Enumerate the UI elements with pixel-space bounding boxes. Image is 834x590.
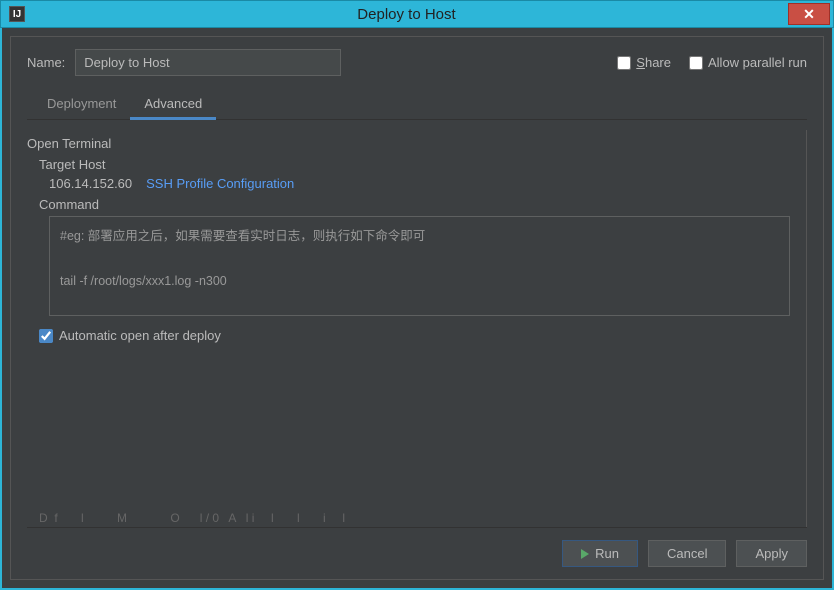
faint-footer-text: D f l M O l / 0 A l i l l i l xyxy=(39,511,345,525)
run-button[interactable]: Run xyxy=(562,540,638,567)
window-body: Name: Share Allow parallel run Deploymen… xyxy=(0,28,834,590)
command-label: Command xyxy=(39,197,802,212)
tabs: Deployment Advanced xyxy=(27,90,807,120)
parallel-label: Allow parallel run xyxy=(708,55,807,70)
share-checkbox[interactable]: Share xyxy=(617,55,671,70)
ssh-profile-link[interactable]: SSH Profile Configuration xyxy=(146,176,294,191)
window-title: Deploy to Host xyxy=(25,6,788,23)
dialog: Name: Share Allow parallel run Deploymen… xyxy=(10,36,824,580)
open-terminal-heading: Open Terminal xyxy=(27,136,802,151)
play-icon xyxy=(581,549,589,559)
footer-buttons: Run Cancel Apply xyxy=(27,527,807,567)
parallel-checkbox-input[interactable] xyxy=(689,56,703,70)
tab-deployment[interactable]: Deployment xyxy=(33,90,130,119)
parallel-checkbox[interactable]: Allow parallel run xyxy=(689,55,807,70)
close-button[interactable]: ✕ xyxy=(788,3,830,25)
share-label: Share xyxy=(636,55,671,70)
close-icon: ✕ xyxy=(803,6,815,23)
cancel-button-label: Cancel xyxy=(667,546,707,561)
content-area[interactable]: Open Terminal Target Host 106.14.152.60 … xyxy=(27,130,807,527)
target-host-label: Target Host xyxy=(39,157,802,172)
titlebar: IJ Deploy to Host ✕ xyxy=(0,0,834,28)
auto-open-checkbox[interactable]: Automatic open after deploy xyxy=(39,328,802,343)
apply-button-label: Apply xyxy=(755,546,788,561)
auto-open-checkbox-input[interactable] xyxy=(39,329,53,343)
top-row: Name: Share Allow parallel run xyxy=(27,49,807,76)
target-host-row: 106.14.152.60 SSH Profile Configuration xyxy=(49,176,802,191)
apply-button[interactable]: Apply xyxy=(736,540,807,567)
target-host-ip: 106.14.152.60 xyxy=(49,176,132,191)
share-checkbox-input[interactable] xyxy=(617,56,631,70)
run-button-label: Run xyxy=(595,546,619,561)
command-input[interactable]: #eg: 部署应用之后，如果需要查看实时日志，则执行如下命令即可 tail -f… xyxy=(49,216,790,316)
app-icon: IJ xyxy=(9,6,25,22)
name-input[interactable] xyxy=(75,49,341,76)
tab-advanced[interactable]: Advanced xyxy=(130,90,216,120)
auto-open-label: Automatic open after deploy xyxy=(59,328,221,343)
cancel-button[interactable]: Cancel xyxy=(648,540,726,567)
name-label: Name: xyxy=(27,55,65,70)
